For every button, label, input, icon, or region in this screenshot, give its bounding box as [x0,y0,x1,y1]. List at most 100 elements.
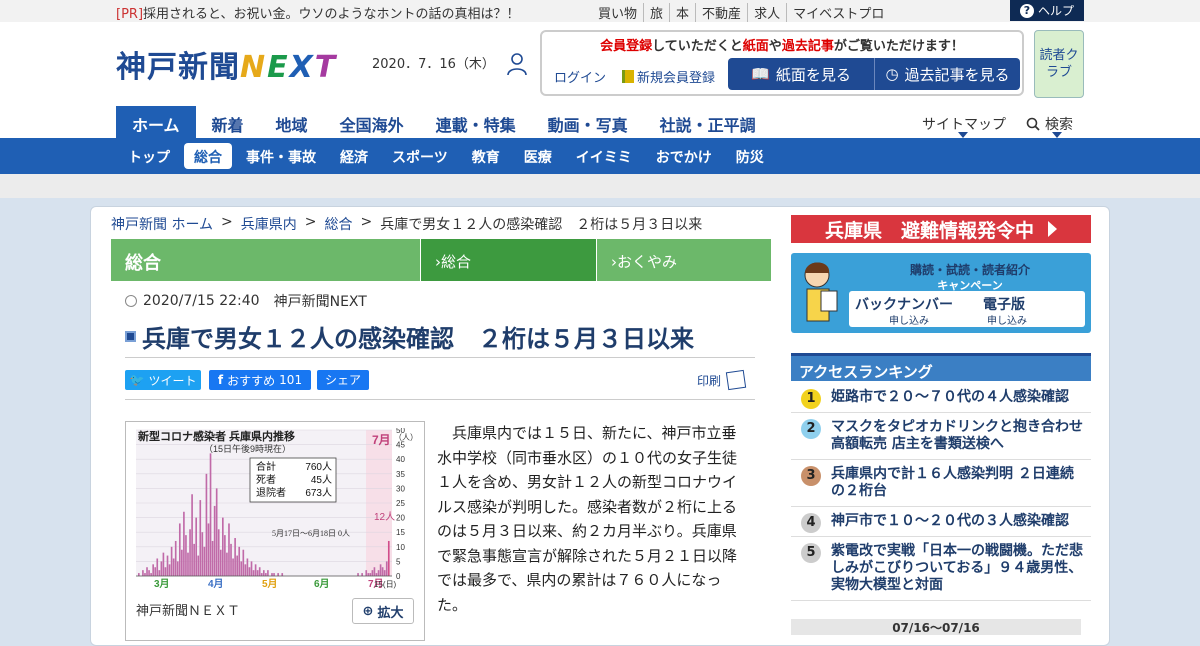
y-tick-label: 25 [396,499,405,508]
nav-editorial[interactable]: 社説・正平調 [644,106,772,138]
chart-bar [371,570,374,576]
breadcrumb-general[interactable]: 総合 [325,214,353,234]
article-figure[interactable]: 0 5 10 15 20 25 30 35 40 45 50 （人） 3月 4月 5月 6月 7月 7月 15(日)… [125,421,425,641]
digital-edition-link[interactable]: 電子版 [983,294,1025,314]
sub-nav: トップ 総合 事件・事故 経済 スポーツ 教育 医療 イイミミ おでかけ 防災 [0,138,1200,174]
help-button[interactable]: ? ヘルプ [1010,0,1084,21]
category-tab-obituaries[interactable]: ›おくやみ [597,239,771,281]
subnav-incidents[interactable]: 事件・事故 [236,143,326,169]
chart-bar [148,570,150,576]
facebook-share-button[interactable]: シェア [317,370,369,390]
campaign-title: 購読・試読・読者紹介 [909,263,1030,277]
chart-bar [164,567,167,576]
member-notice: 会員登録していただくと紙面や過去記事がご覧いただけます！ [600,39,964,54]
service-link[interactable]: 本 [669,3,695,22]
zoom-button[interactable]: ⊕ 拡大 [352,598,414,624]
print-button[interactable]: 印刷 [697,369,747,391]
chart-bar [367,573,370,576]
chart-bar [201,532,204,576]
chart-bar [385,561,388,576]
help-label: ヘルプ [1037,4,1074,18]
user-icon[interactable] [506,52,528,76]
nav-national[interactable]: 全国海外 [324,106,420,138]
subnav-sports[interactable]: スポーツ [382,143,458,169]
ranking-item[interactable]: 4 神戸市で１０～２０代の３人感染確認 [791,507,1091,537]
ranking-item[interactable]: 5 紫電改で実戦「日本一の戦闘機。ただ悲しみがこびりついておる」９４歳男性、実物大… [791,537,1091,601]
nav-video[interactable]: 動画・写真 [532,106,644,138]
nav-region[interactable]: 地域 [260,106,324,138]
service-link[interactable]: 求人 [747,3,786,22]
facebook-icon: f [217,373,224,387]
chart-bar [205,473,208,576]
chart-bar [174,540,177,576]
breadcrumb: 神戸新聞 ホーム > 兵庫県内 > 総合 > 兵庫で男女１２人の感染確認 ２桁は… [111,214,702,234]
tweet-button[interactable]: 🐦 ツイート [125,370,201,390]
evacuation-alert-banner[interactable]: 兵庫県 避難情報発令中 [791,215,1091,243]
chart-bar [226,552,228,576]
service-link[interactable]: 不動産 [695,3,747,22]
ranking-item[interactable]: 1 姫路市で２０～７０代の４人感染確認 [791,383,1091,413]
nav-latest[interactable]: 新着 [196,106,260,138]
subnav-outing[interactable]: おでかけ [646,143,722,169]
login-link[interactable]: ログイン [554,67,606,86]
sitemap-link[interactable]: サイトマップ [922,114,1006,134]
chart-bar [377,570,380,576]
site-logo[interactable]: 神戸新聞NEXT [116,42,337,86]
rank-number: 1 [801,389,821,409]
new-member-link[interactable]: 新規会員登録 [622,67,715,86]
chart-bar [387,540,390,576]
subnav-education[interactable]: 教育 [462,143,510,169]
chart-bar [219,549,222,576]
service-link[interactable]: 旅 [643,3,669,22]
past-articles-button[interactable]: ◷ 過去記事を見る [874,58,1020,90]
rank-number: 5 [801,543,821,563]
ranking-item[interactable]: 3 兵庫県内で計１６人感染判明 ２日連続の２桁台 [791,460,1091,507]
chart-bar [176,561,179,576]
chart-bar [277,573,279,576]
breadcrumb-separator: > [304,214,317,230]
subnav-iimimi[interactable]: イイミミ [566,143,642,169]
service-link[interactable]: マイベストプロ [786,3,890,22]
breadcrumb-prefecture[interactable]: 兵庫県内 [241,214,297,234]
breadcrumb-home[interactable]: 神戸新聞 ホーム [111,214,213,234]
subnav-general[interactable]: 総合 [184,143,232,169]
ranking-item[interactable]: 2 マスクをタピオカドリンクと抱き合わせ高額転売 店主を書類送検へ [791,413,1091,460]
chart-bar [375,573,378,576]
facebook-recommend-button[interactable]: f おすすめ 101 [209,370,311,390]
service-link[interactable]: 買い物 [592,3,643,22]
subnav-medical[interactable]: 医療 [514,143,562,169]
y-tick-label: 40 [396,455,405,464]
chart-bar [199,500,202,576]
total-label: 合計 [256,460,276,473]
chart-bar [262,570,265,576]
clock-icon [125,295,137,307]
chart-bar [369,573,372,576]
y-tick-label: 0 [396,572,401,581]
chart-bar [260,573,263,576]
chart-bar [373,567,376,576]
recommend-count: 101 [279,373,303,387]
question-icon: ? [1019,3,1034,18]
nav-series[interactable]: 連載・特集 [420,106,532,138]
ad-strip [0,174,1200,198]
print-icon [725,369,747,391]
chart-bar [187,552,189,576]
main-nav: ホーム 新着 地域 全国海外 連載・特集 動画・写真 社説・正平調 [116,106,772,138]
x-month-label: 6月 [314,578,330,590]
article-body: 兵庫県内では１５日、新たに、神戸市立垂水中学校（同市垂水区）の１０代の女子生徒１… [437,424,738,614]
category-tab-general[interactable]: ›総合 [421,239,597,281]
backnumber-link[interactable]: バックナンバー [855,294,953,314]
nav-home[interactable]: ホーム [116,106,196,138]
chart-bar [160,561,163,576]
pr-link[interactable]: [PR]採用されると、お祝い金。ウソのようなホントの話の真相は？！ [116,3,520,22]
ranking-headline: 姫路市で２０～７０代の４人感染確認 [831,389,1069,405]
readers-club-button[interactable]: 読者クラブ [1034,30,1084,98]
chart-bar [250,561,253,576]
view-paper-button[interactable]: 📖 紙面を見る [728,58,874,90]
subnav-economy[interactable]: 経済 [330,143,378,169]
category-title: 総合 [111,239,421,281]
search-button[interactable]: 検索 [1026,114,1073,134]
subnav-top[interactable]: トップ [118,143,180,169]
subscription-campaign-banner[interactable]: 購読・試読・読者紹介 キャンペーン バックナンバー 申し込み 電子版 申し込み [791,253,1091,333]
subnav-disaster[interactable]: 防災 [726,143,774,169]
